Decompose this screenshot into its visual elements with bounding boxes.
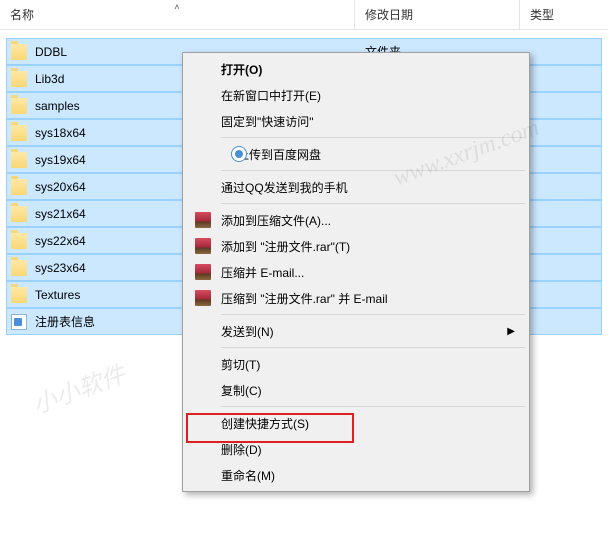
submenu-arrow-icon: ▶ <box>507 326 515 337</box>
menu-separator <box>221 137 525 138</box>
menu-upload-baidu-label: 上传到百度网盘 <box>237 146 321 163</box>
menu-upload-baidu[interactable]: 上传到百度网盘 <box>185 141 527 167</box>
column-header-row: 名称 ˄ 修改日期 类型 <box>0 0 608 30</box>
baidu-cloud-icon <box>231 146 247 162</box>
menu-open-new-window-label: 在新窗口中打开(E) <box>221 87 321 104</box>
menu-compress-email[interactable]: 压缩并 E-mail... <box>185 259 527 285</box>
menu-add-archive-label: 添加到压缩文件(A)... <box>221 212 331 229</box>
folder-icon <box>11 179 27 195</box>
menu-send-to-label: 发送到(N) <box>221 323 274 340</box>
rar-icon <box>195 290 211 306</box>
menu-separator <box>221 406 525 407</box>
context-menu: 打开(O) 在新窗口中打开(E) 固定到"快速访问" 上传到百度网盘 通过QQ发… <box>182 52 530 492</box>
menu-pin-quick-access[interactable]: 固定到"快速访问" <box>185 108 527 134</box>
menu-add-named-rar-label: 添加到 "注册文件.rar"(T) <box>221 238 350 255</box>
folder-icon <box>11 206 27 222</box>
menu-delete-label: 删除(D) <box>221 441 262 458</box>
header-type[interactable]: 类型 <box>520 0 608 29</box>
menu-rename[interactable]: 重命名(M) <box>185 462 527 488</box>
registry-icon <box>11 314 27 330</box>
menu-delete[interactable]: 删除(D) <box>185 436 527 462</box>
folder-icon <box>11 98 27 114</box>
watermark: 小小软件 <box>27 355 129 421</box>
rar-icon <box>195 264 211 280</box>
menu-open[interactable]: 打开(O) <box>185 56 527 82</box>
menu-separator <box>221 347 525 348</box>
menu-create-shortcut[interactable]: 创建快捷方式(S) <box>185 410 527 436</box>
menu-rename-label: 重命名(M) <box>221 467 275 484</box>
menu-create-shortcut-label: 创建快捷方式(S) <box>221 415 309 432</box>
menu-open-new-window[interactable]: 在新窗口中打开(E) <box>185 82 527 108</box>
menu-compress-named-email[interactable]: 压缩到 "注册文件.rar" 并 E-mail <box>185 285 527 311</box>
menu-send-to[interactable]: 发送到(N) ▶ <box>185 318 527 344</box>
menu-separator <box>221 170 525 171</box>
menu-open-label: 打开(O) <box>221 61 262 78</box>
rar-icon <box>195 238 211 254</box>
menu-compress-email-label: 压缩并 E-mail... <box>221 264 304 281</box>
menu-separator <box>221 203 525 204</box>
header-name-label: 名称 <box>10 6 34 23</box>
folder-icon <box>11 125 27 141</box>
folder-icon <box>11 71 27 87</box>
menu-compress-named-email-label: 压缩到 "注册文件.rar" 并 E-mail <box>221 290 388 307</box>
menu-send-qq[interactable]: 通过QQ发送到我的手机 <box>185 174 527 200</box>
menu-add-named-rar[interactable]: 添加到 "注册文件.rar"(T) <box>185 233 527 259</box>
header-date-label: 修改日期 <box>365 6 413 23</box>
menu-add-archive[interactable]: 添加到压缩文件(A)... <box>185 207 527 233</box>
menu-cut-label: 剪切(T) <box>221 356 260 373</box>
menu-pin-label: 固定到"快速访问" <box>221 113 314 130</box>
folder-icon <box>11 287 27 303</box>
menu-copy-label: 复制(C) <box>221 382 262 399</box>
folder-icon <box>11 260 27 276</box>
header-name[interactable]: 名称 ˄ <box>0 0 355 29</box>
menu-copy[interactable]: 复制(C) <box>185 377 527 403</box>
header-type-label: 类型 <box>530 6 554 23</box>
menu-cut[interactable]: 剪切(T) <box>185 351 527 377</box>
rar-icon <box>195 212 211 228</box>
menu-send-qq-label: 通过QQ发送到我的手机 <box>221 179 348 196</box>
sort-ascending-icon: ˄ <box>174 2 179 12</box>
header-date[interactable]: 修改日期 <box>355 0 520 29</box>
folder-icon <box>11 233 27 249</box>
folder-icon <box>11 152 27 168</box>
menu-separator <box>221 314 525 315</box>
folder-icon <box>11 44 27 60</box>
